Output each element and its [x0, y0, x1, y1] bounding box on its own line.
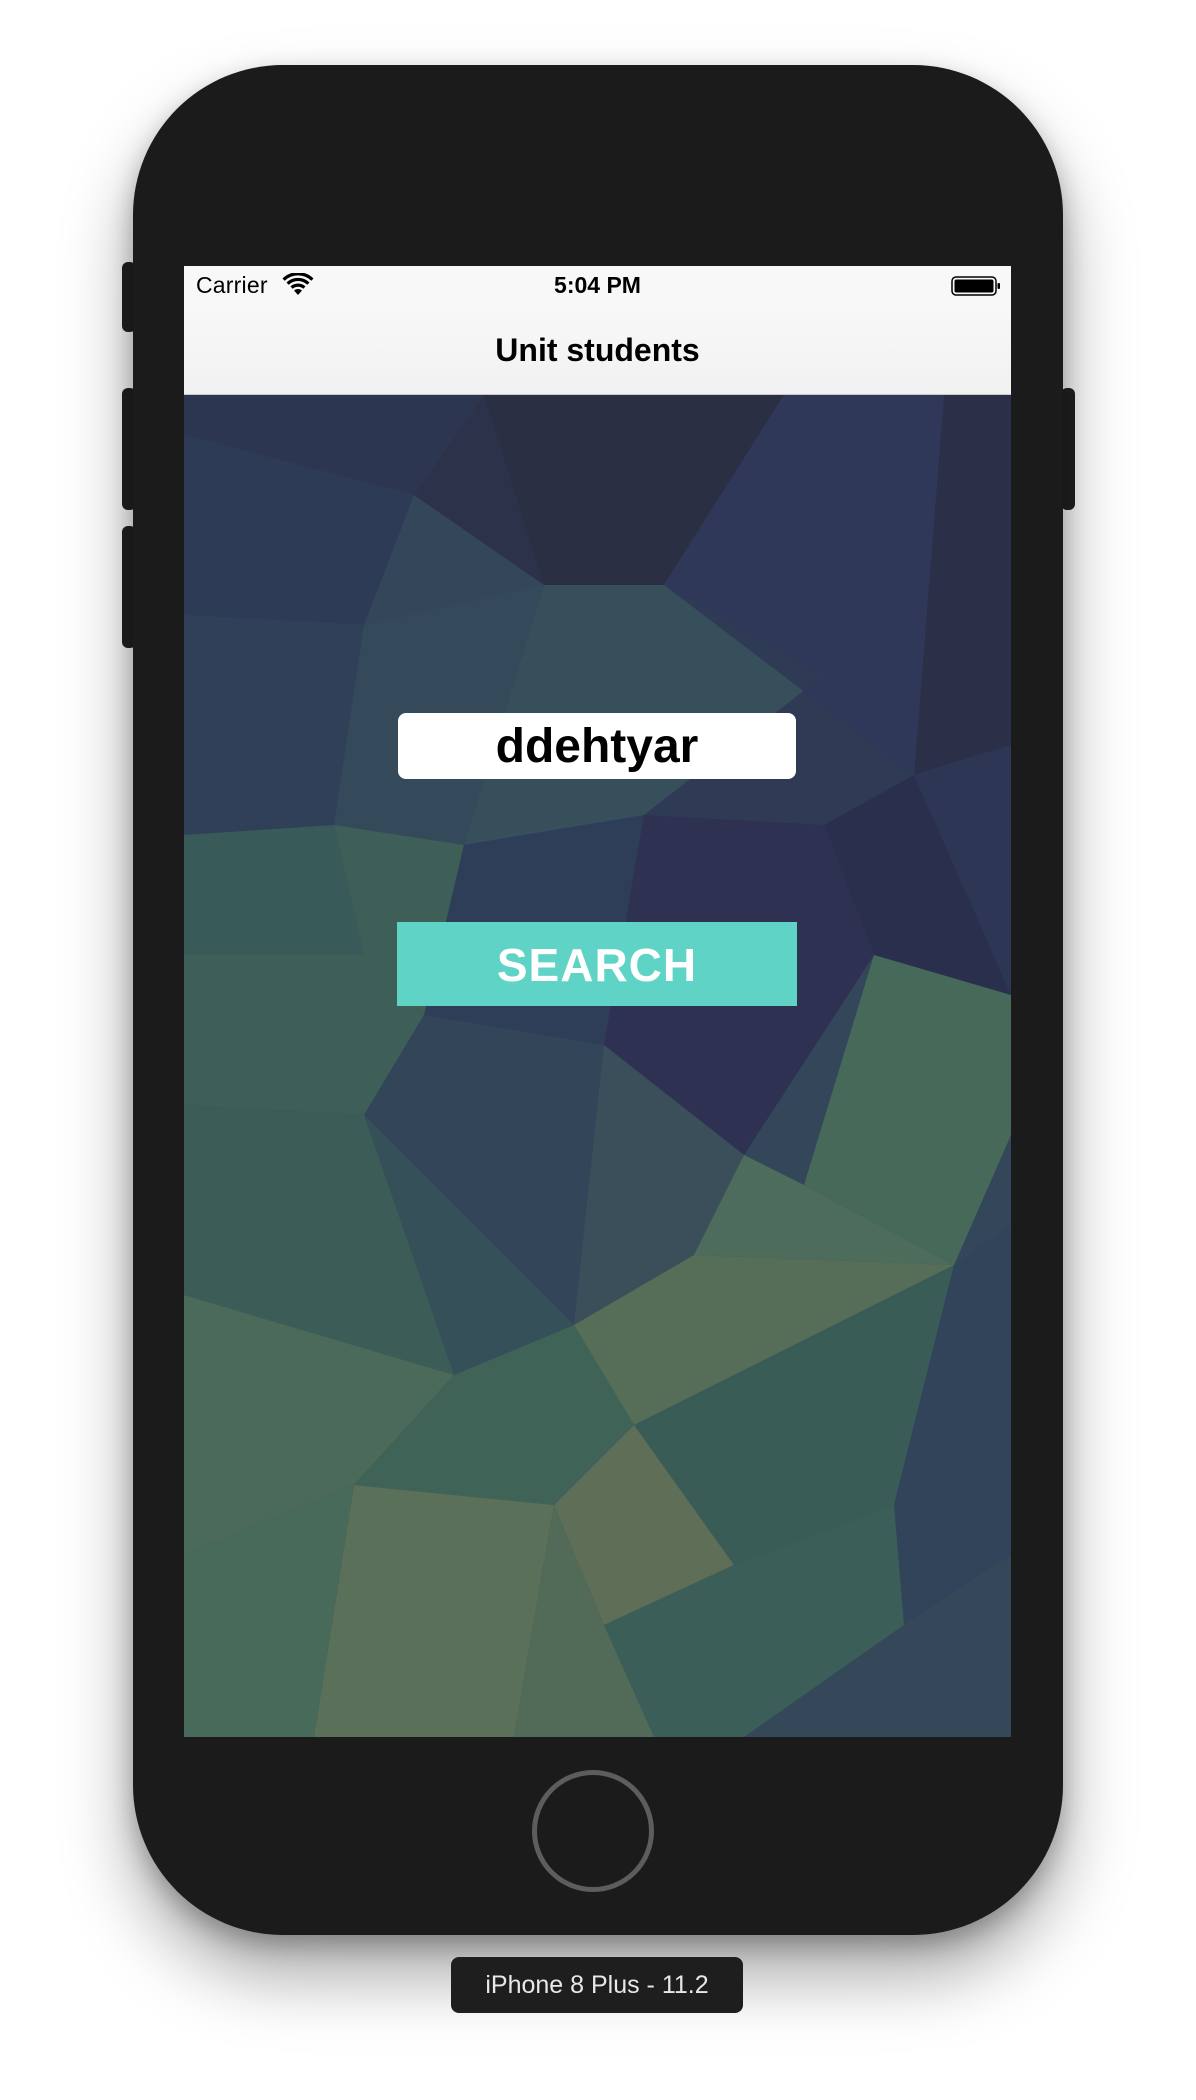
simulator-stage: Carrier 5:04 PM Unit students ddehtyar S… — [0, 0, 1196, 2100]
username-input[interactable] — [398, 713, 796, 779]
battery-icon — [951, 276, 1000, 296]
status-time: 5:04 PM — [554, 272, 641, 298]
low-poly-background — [184, 395, 1011, 1737]
home-button-icon[interactable] — [532, 1770, 654, 1892]
page-title: Unit students — [495, 332, 700, 368]
search-button[interactable]: SEARCH — [397, 922, 797, 1006]
device-label: iPhone 8 Plus - 11.2 — [451, 1957, 743, 2013]
power-button — [1061, 388, 1075, 510]
search-view: SEARCH — [184, 395, 1011, 1737]
navigation-bar: Unit students — [184, 306, 1011, 395]
status-bar: Carrier 5:04 PM — [184, 266, 1011, 306]
device-screen: Carrier 5:04 PM Unit students ddehtyar S… — [184, 266, 1011, 1737]
